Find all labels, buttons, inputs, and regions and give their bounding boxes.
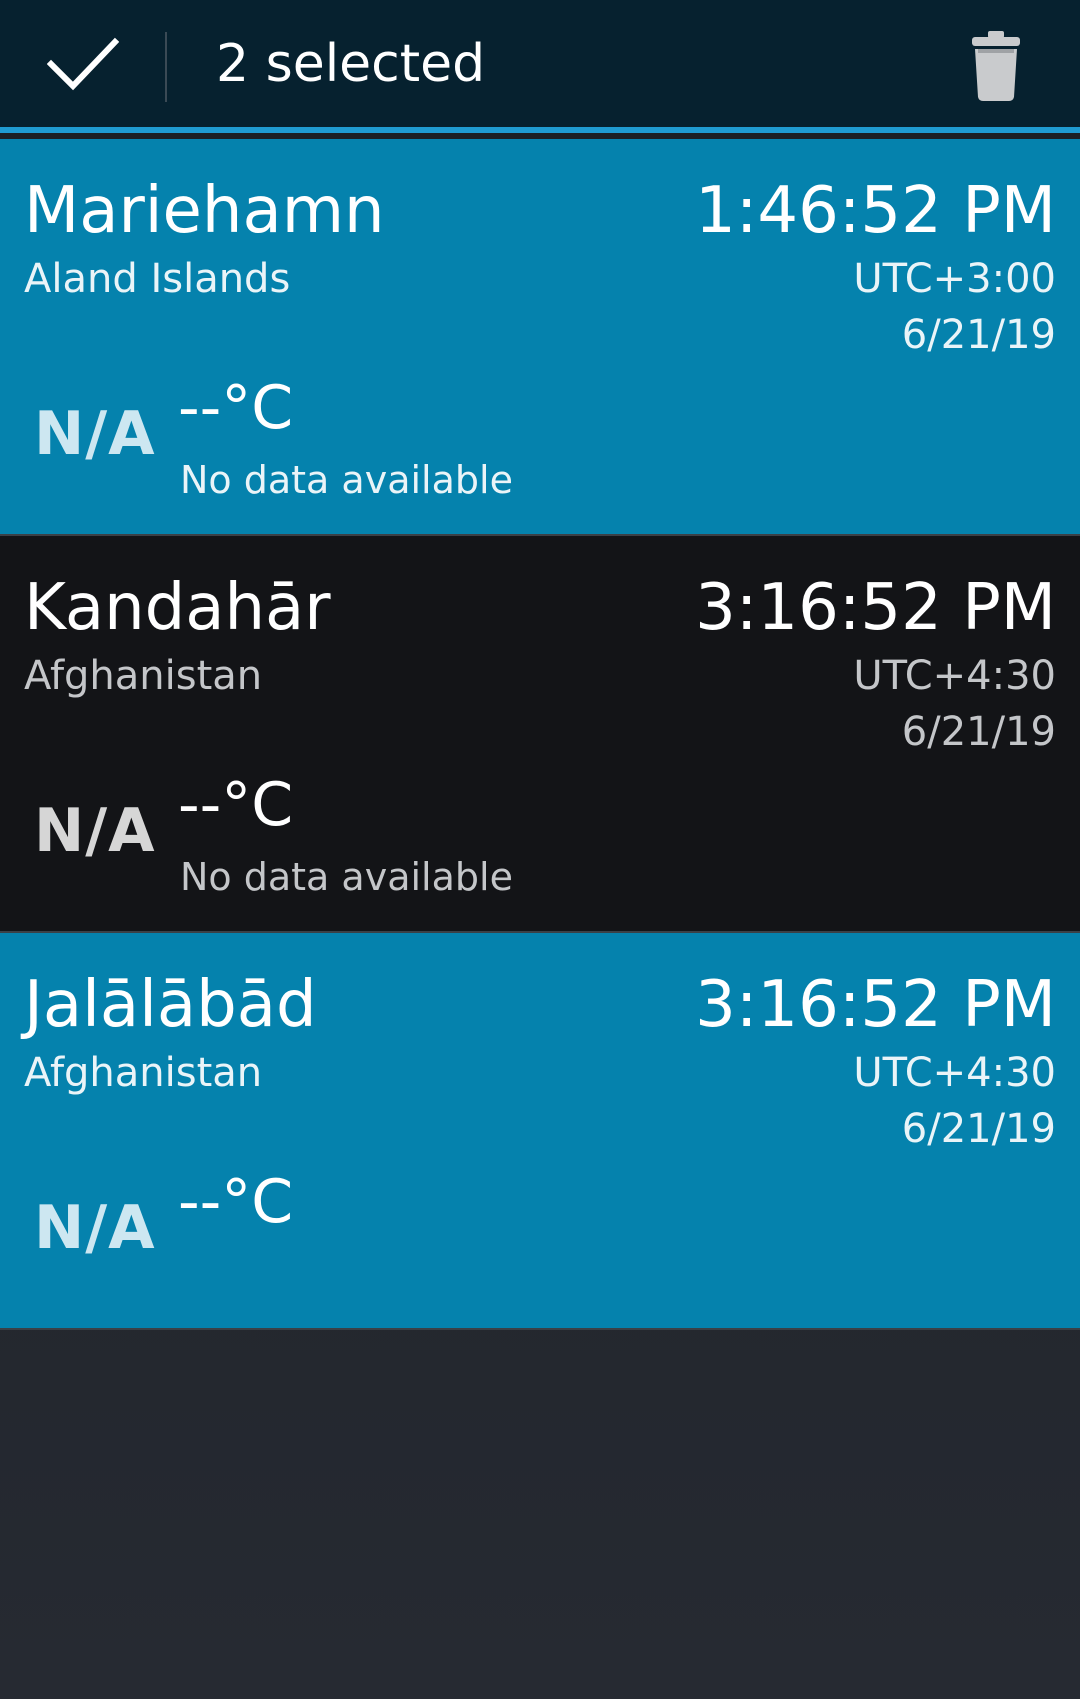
world-clock-screen: 2 selected Mariehamn Aland Islands 1:46:…: [0, 0, 1080, 1699]
done-button[interactable]: [0, 0, 165, 127]
utc-offset: UTC+4:30: [853, 653, 1056, 699]
city-name: Kandahār: [24, 571, 331, 645]
weather-unavailable-icon: N/A: [34, 796, 156, 866]
delete-button[interactable]: [950, 20, 1042, 112]
local-time: 3:16:52 PM: [695, 571, 1056, 645]
city-name: Mariehamn: [24, 174, 385, 248]
temperature: --°C: [178, 1167, 294, 1237]
local-date: 6/21/19: [901, 1106, 1056, 1152]
weather-condition: No data available: [180, 855, 513, 899]
country-name: Afghanistan: [24, 653, 263, 699]
city-list: Mariehamn Aland Islands 1:46:52 PM UTC+3…: [0, 139, 1080, 1330]
utc-offset: UTC+3:00: [853, 256, 1056, 302]
temperature: --°C: [178, 373, 294, 443]
trash-icon: [972, 31, 1020, 101]
country-name: Aland Islands: [24, 256, 291, 302]
city-list-item[interactable]: Mariehamn Aland Islands 1:46:52 PM UTC+3…: [0, 139, 1080, 536]
weather-unavailable-icon: N/A: [34, 1193, 156, 1263]
utc-offset: UTC+4:30: [853, 1050, 1056, 1096]
contextual-action-bar: 2 selected: [0, 0, 1080, 133]
local-date: 6/21/19: [901, 709, 1056, 755]
selected-count-label: 2 selected: [216, 34, 486, 94]
city-list-item[interactable]: Kandahār Afghanistan 3:16:52 PM UTC+4:30…: [0, 536, 1080, 933]
weather-condition: No data available: [180, 458, 513, 502]
temperature: --°C: [178, 770, 294, 840]
local-time: 3:16:52 PM: [695, 968, 1056, 1042]
city-name: Jalālābād: [24, 968, 317, 1042]
weather-unavailable-icon: N/A: [34, 399, 156, 469]
country-name: Afghanistan: [24, 1050, 263, 1096]
local-date: 6/21/19: [901, 312, 1056, 358]
action-bar-divider: [165, 32, 167, 102]
local-time: 1:46:52 PM: [695, 174, 1056, 248]
checkmark-icon: [46, 37, 119, 90]
city-list-item[interactable]: Jalālābād Afghanistan 3:16:52 PM UTC+4:3…: [0, 933, 1080, 1330]
